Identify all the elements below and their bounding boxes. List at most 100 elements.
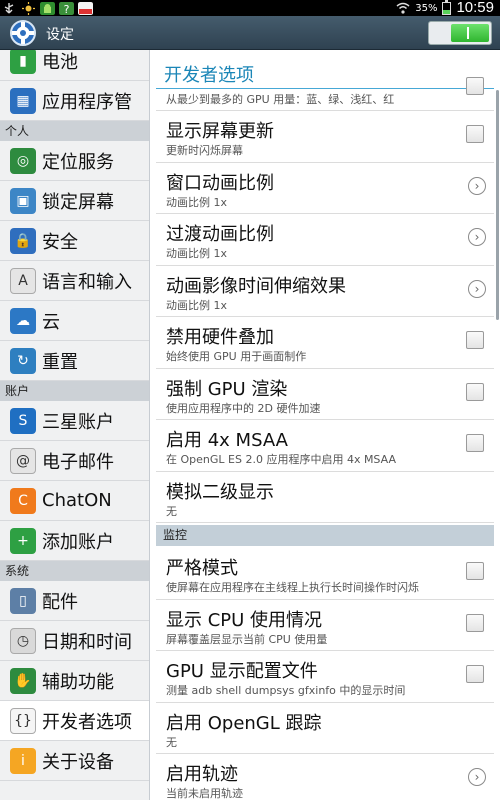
sidebar-item-label: 三星账户 (42, 411, 114, 433)
info-icon: i (10, 747, 36, 774)
option-checkbox[interactable] (466, 331, 484, 349)
sidebar-item-label: 开发者选项 (42, 711, 132, 733)
sidebar-item[interactable]: ▮ 电池 (0, 50, 149, 81)
chevron-right-icon[interactable]: › (468, 176, 486, 195)
option-summary: 当前未启用轨迹 (166, 787, 243, 800)
sidebar-item[interactable]: @ 电子邮件 (0, 441, 149, 481)
sidebar-item[interactable]: 🔒 安全 (0, 221, 149, 261)
sidebar-item[interactable]: ▯ 配件 (0, 581, 149, 621)
option-summary: 始终使用 GPU 用于画面制作 (166, 350, 307, 363)
sidebar-item-label: 重置 (42, 351, 78, 373)
settings-sidebar[interactable]: ▮ 电池 ▦ 应用程序管 个人 ◎ 定位服务 ▣ 锁定屏幕 🔒 安全 A 语言和输入 ☁ 云 ↻ 重置 账户 S 三星… (0, 50, 150, 800)
dev-option-row[interactable]: 启用轨迹当前未启用轨迹 › (156, 754, 494, 800)
status-bar: ? 35% 10:59 (0, 0, 500, 16)
action-bar: 设定 (0, 16, 500, 50)
sidebar-item-label: 电子邮件 (42, 451, 114, 473)
option-checkbox[interactable] (466, 382, 484, 401)
option-summary: 屏幕覆盖层显示当前 CPU 使用量 (166, 632, 328, 646)
chevron-right-icon[interactable]: › (468, 279, 486, 298)
dev-option-row[interactable]: 从最少到最多的 GPU 用量：蓝、绿、浅红、红 (156, 77, 494, 111)
usb-icon (4, 2, 14, 13)
sidebar-item-label: ChatON (42, 490, 112, 511)
sidebar-item[interactable]: i 关于设备 (0, 741, 149, 781)
sidebar-item-label: 语言和输入 (42, 271, 132, 293)
option-title: 模拟二级显示 (166, 481, 274, 503)
option-title: GPU 显示配置文件 (166, 661, 318, 682)
option-checkbox[interactable] (466, 665, 484, 683)
app-title: 设定 (46, 27, 74, 43)
scrollbar[interactable] (496, 90, 499, 320)
dev-option-row[interactable]: 模拟二级显示无 (156, 472, 494, 523)
option-checkbox[interactable] (466, 613, 484, 632)
clock-icon: ◷ (10, 627, 36, 654)
dev-option-row[interactable]: 启用 OpenGL 跟踪无 (156, 703, 494, 754)
dev-option-row[interactable]: 过渡动画比例 动画比例 1x › (156, 214, 494, 266)
dev-option-row[interactable]: 显示屏幕更新 更新时闪烁屏幕 (156, 111, 494, 163)
sidebar-item[interactable]: + 添加账户 (0, 521, 149, 561)
dev-option-row[interactable]: 严格模式使屏幕在应用程序在主线程上执行长时间操作时闪烁 (156, 548, 494, 600)
sidebar-item[interactable]: C ChatON (0, 481, 149, 521)
option-title: 严格模式 (166, 558, 238, 579)
sidebar-item[interactable]: A 语言和输入 (0, 261, 149, 301)
option-summary: 从最少到最多的 GPU 用量：蓝、绿、浅红、红 (166, 93, 395, 106)
switch-on-thumb (451, 24, 489, 42)
apps-grid-icon: ▦ (10, 87, 36, 114)
sidebar-item-label: 辅助功能 (42, 671, 114, 693)
email-at-icon: @ (10, 447, 36, 474)
dev-option-row[interactable]: 窗口动画比例 动画比例 1x › (156, 163, 494, 214)
option-summary: 动画比例 1x (166, 247, 228, 260)
sidebar-item[interactable]: ◷ 日期和时间 (0, 621, 149, 661)
sidebar-item[interactable]: S 三星账户 (0, 401, 149, 441)
option-summary: 动画比例 1x (166, 298, 228, 312)
sidebar-item-label: 关于设备 (42, 751, 114, 773)
sidebar-item-label: 添加账户 (42, 531, 114, 553)
dev-option-row[interactable]: 动画影像时间伸缩效果 动画比例 1x › (156, 266, 494, 317)
dev-option-row[interactable]: 禁用硬件叠加始终使用 GPU 用于画面制作 (156, 317, 494, 369)
sidebar-item-label: 云 (42, 311, 60, 333)
sun-icon (22, 1, 35, 15)
sidebar-item-label: 定位服务 (42, 151, 114, 173)
option-summary: 使屏幕在应用程序在主线程上执行长时间操作时闪烁 (166, 581, 419, 594)
option-title: 启用 OpenGL 跟踪 (166, 712, 322, 734)
sidebar-section-header: 账户 (0, 381, 149, 401)
sidebar-item[interactable]: ☁ 云 (0, 301, 149, 341)
option-summary: 使用应用程序中的 2D 硬件加速 (166, 401, 321, 415)
option-title: 启用轨迹 (166, 764, 238, 785)
keyboard-a-icon: A (10, 267, 36, 294)
developer-options-switch[interactable] (428, 21, 492, 45)
sidebar-item[interactable]: ◎ 定位服务 (0, 141, 149, 181)
dev-option-row[interactable]: 强制 GPU 渲染 使用应用程序中的 2D 硬件加速 (156, 369, 494, 420)
sidebar-item[interactable]: {} 开发者选项 (0, 701, 149, 741)
option-title: 动画影像时间伸缩效果 (166, 275, 346, 297)
dev-option-row[interactable]: GPU 显示配置文件 测量 adb shell dumpsys gfxinfo 中… (156, 651, 494, 703)
hand-icon: ✋ (10, 667, 36, 694)
reset-icon: ↻ (10, 347, 36, 374)
sidebar-item[interactable]: ↻ 重置 (0, 341, 149, 381)
option-title: 禁用硬件叠加 (166, 327, 274, 348)
chevron-right-icon[interactable]: › (468, 228, 486, 246)
sidebar-item[interactable]: ▣ 锁定屏幕 (0, 181, 149, 221)
dev-option-row[interactable]: 启用 4x MSAA 在 OpenGL ES 2.0 应用程序中启用 4x MSA… (156, 420, 494, 472)
sidebar-item[interactable]: ▦ 应用程序管 (0, 81, 149, 121)
settings-screen: ? 35% 10:59 设定 ▮ 电池 ▦ 应用程序管 个人 ◎ 定位服务 ▣ 锁定屏幕 🔒 安全 A… (0, 0, 500, 800)
option-title: 窗口动画比例 (166, 172, 274, 194)
settings-gear-icon[interactable] (8, 18, 38, 48)
sidebar-item-label: 安全 (42, 231, 78, 253)
developer-options-panel: 开发者选项 从最少到最多的 GPU 用量：蓝、绿、浅红、红显示屏幕更新 更新时闪烁… (150, 50, 500, 800)
panel-title: 开发者选项 (164, 65, 254, 86)
option-checkbox[interactable] (466, 125, 484, 143)
option-title: 强制 GPU 渲染 (166, 378, 288, 400)
cloud-icon: ☁ (10, 307, 36, 334)
location-icon: ◎ (10, 147, 36, 174)
option-checkbox[interactable] (466, 77, 484, 95)
option-checkbox[interactable] (466, 434, 484, 452)
sidebar-item-label: 应用程序管 (42, 91, 132, 113)
sidebar-item[interactable]: ✋ 辅助功能 (0, 661, 149, 701)
chaton-icon: C (10, 487, 36, 514)
battery-icon (442, 0, 452, 15)
sidebar-item-label: 锁定屏幕 (42, 191, 114, 213)
option-summary: 更新时闪烁屏幕 (166, 144, 243, 157)
option-checkbox[interactable] (466, 562, 484, 580)
chevron-right-icon[interactable]: › (468, 768, 486, 786)
dev-option-row[interactable]: 显示 CPU 使用情况 屏幕覆盖层显示当前 CPU 使用量 (156, 600, 494, 651)
